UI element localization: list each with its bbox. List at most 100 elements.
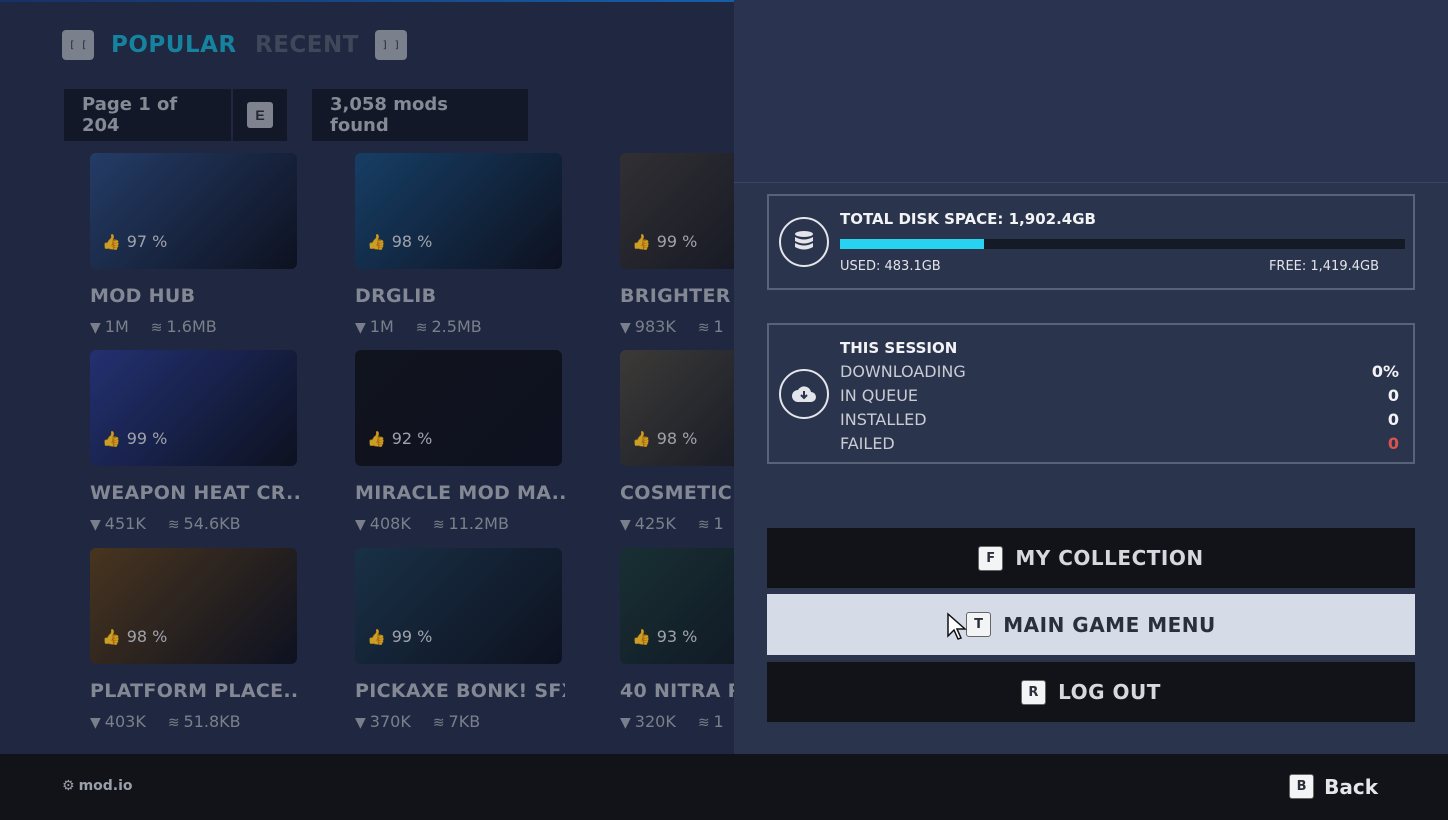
mod-title: MOD HUB [90, 285, 196, 307]
mod-downloads-value: 320K [634, 712, 676, 731]
mod-card[interactable]: 👍 99 % BRIGHTER C ▼983K ≋1 [620, 153, 734, 336]
mod-rating: 👍 99 % [102, 429, 167, 448]
tab-recent[interactable]: RECENT [255, 32, 359, 58]
tab-right-key-label: ] ] [381, 39, 401, 51]
mod-size-value: 1.6MB [166, 317, 217, 336]
mod-downloads: ▼ 370K [355, 712, 411, 731]
log-out-button[interactable]: R LOG OUT [767, 662, 1415, 722]
session-row-value: 0 [1387, 410, 1399, 429]
mod-downloads-value: 370K [369, 712, 411, 731]
session-row-label: IN QUEUE [840, 386, 919, 405]
my-collection-label: MY COLLECTION [1015, 546, 1204, 570]
storage-icon: ≋ [167, 517, 180, 533]
tab-right-key[interactable]: ] ] [375, 30, 407, 60]
storage-icon: ≋ [697, 517, 710, 533]
mod-size: ≋ 1.6MB [151, 317, 217, 336]
mod-stats: ▼ 983K ≋ 1 [620, 317, 734, 336]
mod-rating: 👍 98 % [632, 429, 697, 448]
storage-icon: ≋ [415, 320, 428, 336]
disk-usage-fill [840, 239, 984, 249]
mod-card[interactable]: 👍 98 % DRGLIB ▼ 1M ≋ 2.5MB [355, 153, 565, 336]
mod-stats: ▼ 320K ≋ 1 [620, 712, 734, 731]
thumbs-up-icon: 👍 [367, 429, 386, 448]
panel-header-area [734, 0, 1448, 183]
modio-logo: ⚙ mod.io [62, 778, 133, 794]
tab-left-key[interactable]: [ [ [62, 30, 94, 60]
mod-card[interactable]: 👍 99 % PICKAXE BONK! SFX ▼ 370K ≋ 7KB [355, 548, 565, 731]
session-row-label: DOWNLOADING [840, 362, 966, 381]
mod-card[interactable]: 👍 93 % 40 NITRA RE ▼320K ≋1 [620, 548, 734, 731]
download-icon: ▼ [355, 715, 366, 731]
mod-downloads: ▼ 320K [620, 712, 676, 731]
mod-browse-panel: [ [ POPULAR RECENT ] ] Page 1 of 204 E 3… [0, 0, 734, 754]
mod-stats: ▼ 1M ≋ 1.6MB [90, 317, 300, 336]
mod-downloads-value: 408K [369, 514, 411, 533]
mod-downloads: ▼ 403K [90, 712, 146, 731]
mod-rating-value: 98 % [656, 429, 698, 448]
storage-icon: ≋ [167, 715, 180, 731]
mod-title: WEAPON HEAT CR... [90, 482, 300, 504]
mod-card[interactable]: 👍 97 % MOD HUB ▼ 1M ≋ 1.6MB [90, 153, 300, 336]
disk-usage-bar [840, 239, 1405, 249]
thumbs-up-icon: 👍 [367, 627, 386, 646]
mod-title: PICKAXE BONK! SFX [355, 680, 565, 702]
top-accent-bar [0, 0, 734, 2]
mod-thumbnail: 👍 93 % [620, 548, 734, 664]
session-row-label: INSTALLED [840, 410, 927, 429]
mod-downloads-value: 425K [634, 514, 676, 533]
mod-rating-value: 99 % [656, 232, 698, 251]
mod-card[interactable]: 👍 92 % MIRACLE MOD MA... ▼ 408K ≋ 11.2MB [355, 350, 565, 533]
mod-card[interactable]: 👍 99 % WEAPON HEAT CR... ▼ 451K ≋ 54.6KB [90, 350, 300, 533]
mod-rating-value: 97 % [126, 232, 168, 251]
mod-title: DRGLIB [355, 285, 437, 307]
mod-rating-value: 92 % [391, 429, 433, 448]
session-row-value: 0% [1371, 362, 1399, 381]
mod-downloads: ▼ 408K [355, 514, 411, 533]
storage-icon: ≋ [697, 715, 710, 731]
mod-rating-value: 98 % [391, 232, 433, 251]
t-key-chip: T [966, 612, 992, 637]
mod-downloads-value: 451K [104, 514, 146, 533]
download-icon: ▼ [90, 517, 101, 533]
b-key-chip: B [1289, 774, 1315, 799]
mod-size-value: 11.2MB [448, 514, 509, 533]
tab-popular[interactable]: POPULAR [111, 32, 237, 58]
mod-thumbnail: 👍 99 % [90, 350, 297, 466]
user-panel: TOTAL DISK SPACE: 1,902.4GB USED: 483.1G… [734, 0, 1448, 754]
mod-size-value: 1 [713, 514, 724, 533]
footer-bar: ⚙ mod.io B Back [0, 754, 1448, 820]
mod-downloads-value: 1M [104, 317, 129, 336]
gear-icon: ⚙ [62, 778, 75, 794]
mod-size-value: 54.6KB [183, 514, 241, 533]
mod-size: ≋ 1 [698, 317, 724, 336]
mod-thumbnail: 👍 98 % [620, 350, 734, 466]
main-game-menu-button[interactable]: T MAIN GAME MENU [767, 594, 1415, 655]
mod-thumbnail: 👍 99 % [620, 153, 734, 269]
tab-left-key-label: [ [ [68, 39, 88, 51]
thumbs-up-icon: 👍 [102, 627, 121, 646]
download-icon: ▼ [620, 715, 631, 731]
mod-thumbnail: 👍 92 % [355, 350, 562, 466]
mod-card[interactable]: 👍 98 % COSMETIC ▼ 425K ≋ 1 [620, 350, 734, 533]
log-out-label: LOG OUT [1058, 680, 1161, 704]
mod-rating: 👍 92 % [367, 429, 432, 448]
thumbs-up-icon: 👍 [632, 429, 651, 448]
mod-stats: ▼ 403K ≋ 51.8KB [90, 712, 300, 731]
mod-stats: ▼ 1M ≋ 2.5MB [355, 317, 565, 336]
database-icon [779, 217, 829, 267]
mod-downloads: ▼ 983K [620, 317, 676, 336]
mod-size: ≋ 54.6KB [168, 514, 241, 533]
mod-size-value: 1 [713, 712, 724, 731]
mod-size: ≋ 1 [698, 514, 724, 533]
session-box: THIS SESSION DOWNLOADING 0% IN QUEUE 0 I… [767, 323, 1415, 464]
download-icon: ▼ [90, 715, 101, 731]
mod-thumbnail: 👍 98 % [90, 548, 297, 664]
back-button[interactable]: B Back [1289, 774, 1378, 799]
mod-card[interactable]: 👍 98 % PLATFORM PLACE... ▼ 403K ≋ 51.8KB [90, 548, 300, 731]
download-icon: ▼ [355, 320, 366, 336]
disk-used-label: USED: 483.1GB [840, 259, 941, 274]
my-collection-button[interactable]: F MY COLLECTION [767, 528, 1415, 588]
storage-icon: ≋ [432, 517, 445, 533]
session-row-value: 0 [1387, 386, 1399, 405]
page-key-button[interactable]: E [233, 89, 287, 141]
